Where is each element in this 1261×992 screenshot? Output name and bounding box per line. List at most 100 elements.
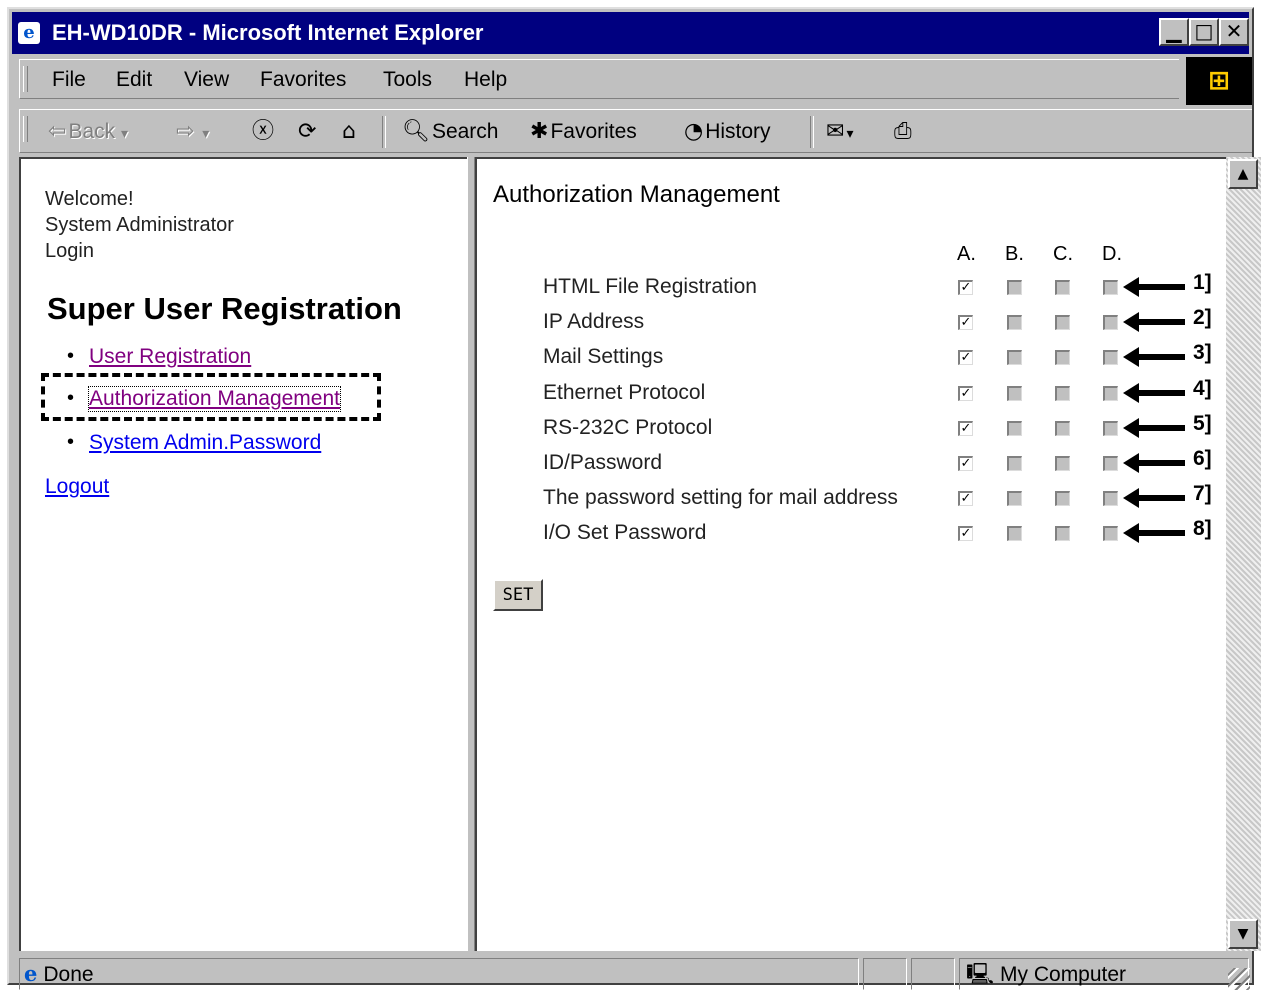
printer-icon: ⎙ [894,119,912,144]
permission-label: RS-232C Protocol [543,416,713,439]
permission-checkbox-c[interactable] [1055,526,1070,541]
user-registration-link[interactable]: User Registration [89,345,251,369]
permission-checkbox-d[interactable] [1103,421,1118,436]
back-dropdown-icon[interactable]: ▾ [121,125,128,141]
permission-checkbox-d[interactable] [1103,526,1118,541]
permission-checkbox-a[interactable]: ✓ [958,280,973,295]
close-button[interactable]: ✕ [1219,18,1249,46]
stop-icon: ⓧ [252,119,275,144]
system-admin-password-link[interactable]: System Admin.Password [89,431,321,455]
bullet: • [67,387,75,409]
permission-checkbox-c[interactable] [1055,315,1070,330]
permission-checkbox-b[interactable] [1007,421,1022,436]
permission-checkbox-c[interactable] [1055,280,1070,295]
home-button[interactable]: ⌂ [342,119,358,145]
permission-checkbox-c[interactable] [1055,491,1070,506]
menu-file[interactable]: File [52,68,86,92]
permission-checkbox-b[interactable] [1007,491,1022,506]
permission-checkbox-a[interactable]: ✓ [958,491,973,506]
refresh-button[interactable]: ⟳ [298,119,318,145]
logout-link[interactable]: Logout [45,475,109,499]
permission-checkbox-b[interactable] [1007,350,1022,365]
callout-number: 7] [1193,482,1212,505]
permission-label: Mail Settings [543,345,664,368]
browser-window: e EH-WD10DR - Microsoft Internet Explore… [7,7,1261,990]
forward-dropdown-icon[interactable]: ▾ [202,125,209,141]
mail-button[interactable]: ✉ ▾ [826,119,853,146]
frame-splitter[interactable] [467,157,475,951]
permission-checkbox-a[interactable]: ✓ [958,526,973,541]
favorites-button[interactable]: ✱Favorites [530,119,637,145]
permission-checkbox-b[interactable] [1007,526,1022,541]
history-button[interactable]: ◔History [684,119,771,145]
section-heading: Super User Registration [47,291,402,326]
menu-edit[interactable]: Edit [116,68,152,92]
forward-arrow-icon: ⇨ [176,119,195,144]
permission-checkbox-c[interactable] [1055,386,1070,401]
history-icon: ◔ [684,119,704,144]
permission-checkbox-b[interactable] [1007,315,1022,330]
security-zone-panel: 🖳 My Computer [959,958,1249,990]
computer-icon: 🖳 [966,962,995,986]
permission-checkbox-c[interactable] [1055,421,1070,436]
permission-checkbox-a[interactable]: ✓ [958,421,973,436]
status-bar: e Done 🖳 My Computer [19,956,1252,992]
status-text: Done [43,963,94,986]
scroll-down-icon[interactable]: ▼ [1228,919,1258,949]
maximize-button[interactable]: □ [1189,18,1219,46]
toolbar-grip [23,116,28,142]
menu-help[interactable]: Help [464,68,507,92]
permission-checkbox-c[interactable] [1055,350,1070,365]
windows-logo-icon: ⊞ [1186,57,1252,105]
search-button[interactable]: 🔍︎Search [402,119,498,145]
search-icon: 🔍︎ [402,119,430,144]
permission-checkbox-d[interactable] [1103,350,1118,365]
permission-checkbox-b[interactable] [1007,280,1022,295]
menu-favorites[interactable]: Favorites [260,68,346,92]
minimize-button[interactable]: ▁ [1159,18,1189,46]
callout-number: 6] [1193,447,1212,470]
forward-button[interactable]: ⇨ ▾ [176,119,209,146]
bullet: • [67,431,75,453]
zone-text: My Computer [1000,963,1127,986]
page-icon: e [24,961,38,986]
permission-checkbox-b[interactable] [1007,386,1022,401]
menu-tools[interactable]: Tools [383,68,432,92]
permission-checkbox-a[interactable]: ✓ [958,350,973,365]
permission-label: ID/Password [543,451,663,474]
stop-button[interactable]: ⓧ [252,119,276,145]
resize-grip[interactable] [1228,968,1250,990]
content-frame: Authorization Management A. B. C. D. HTM… [475,157,1226,951]
permission-label: Ethernet Protocol [543,381,706,404]
favorites-icon: ✱ [530,119,549,144]
permission-checkbox-a[interactable]: ✓ [958,456,973,471]
status-panel-empty [911,958,955,990]
title-bar: e EH-WD10DR - Microsoft Internet Explore… [12,12,1249,54]
history-label: History [705,120,771,143]
scroll-up-icon[interactable]: ▲ [1228,159,1258,189]
permission-checkbox-a[interactable]: ✓ [958,315,973,330]
search-label: Search [431,120,499,143]
column-header-a: A. [957,243,976,265]
print-button[interactable]: ⎙ [894,119,914,145]
set-button[interactable]: SET [493,579,543,611]
permission-checkbox-a[interactable]: ✓ [958,386,973,401]
home-icon: ⌂ [342,119,356,144]
mail-dropdown-icon[interactable]: ▾ [846,125,853,141]
vertical-scrollbar[interactable]: ▲ ▼ [1226,157,1261,951]
permission-checkbox-d[interactable] [1103,386,1118,401]
permission-label: I/O Set Password [543,521,707,544]
menu-view[interactable]: View [184,68,229,92]
login-text: Login [45,240,94,262]
window-title: EH-WD10DR - Microsoft Internet Explorer [52,20,484,45]
ie-logo-icon: e [18,22,40,44]
authorization-management-link[interactable]: Authorization Management [88,386,341,412]
permission-checkbox-d[interactable] [1103,315,1118,330]
back-button[interactable]: ⇦Back ▾ [48,119,128,146]
permission-checkbox-d[interactable] [1103,491,1118,506]
permission-checkbox-c[interactable] [1055,456,1070,471]
permission-checkbox-d[interactable] [1103,280,1118,295]
callout-number: 3] [1193,341,1212,364]
permission-checkbox-b[interactable] [1007,456,1022,471]
permission-checkbox-d[interactable] [1103,456,1118,471]
